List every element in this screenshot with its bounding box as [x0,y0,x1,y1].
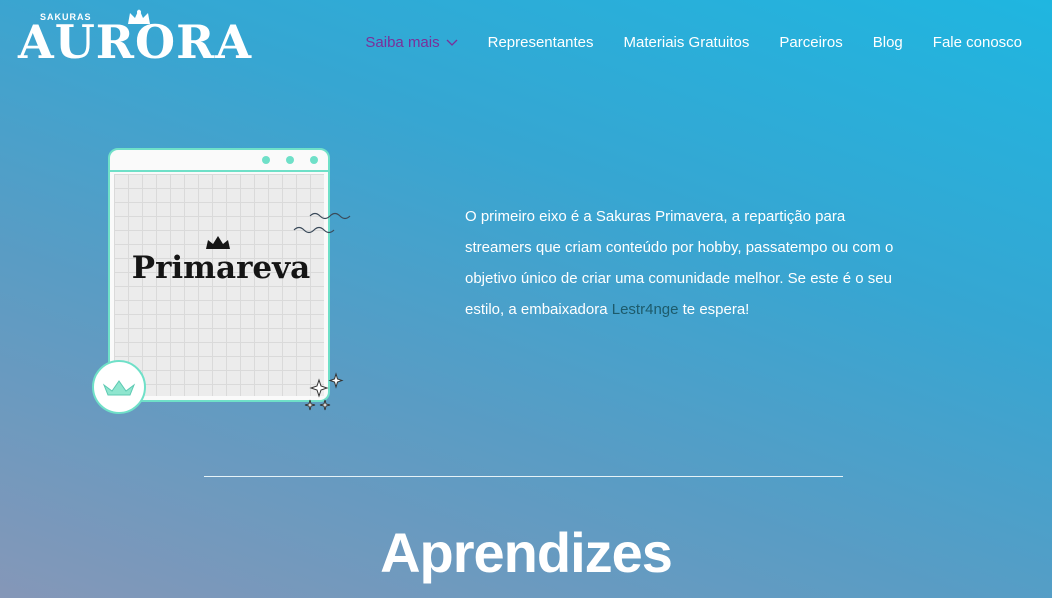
window-title-bar [110,150,328,172]
card-brand-title: Primareva [131,250,311,286]
nav-item-blog[interactable]: Blog [873,34,903,51]
ambassador-link[interactable]: Lestr4nge [612,301,679,318]
sparkle-icon [304,372,344,411]
main-nav: Saiba mais Representantes Materiais Grat… [365,34,1022,51]
nav-item-parceiros[interactable]: Parceiros [779,34,842,51]
section-divider [204,476,843,477]
window-dot-icon [310,156,318,164]
nav-item-label: Blog [872,34,903,51]
boat-icon [102,380,136,396]
aurora-logo[interactable]: SAKURAS AURORA [18,9,251,70]
wave-icon [293,212,351,234]
boat-badge [92,360,146,414]
crown-icon [206,236,230,249]
window-dot-icon [262,156,270,164]
logo-main-text: AURORA [18,15,253,69]
window-dot-icon [286,156,294,164]
nav-item-label: Saiba mais [365,34,440,51]
primareva-card: Primareva [108,148,330,404]
nav-item-fale-conosco[interactable]: Fale conosco [933,34,1022,51]
nav-item-label: Materiais Gratuitos [623,34,750,51]
chevron-down-icon [446,39,458,46]
description-text-end: te espera! [678,301,750,318]
feature-description: O primeiro eixo é a Sakuras Primavera, a… [465,201,905,325]
nav-item-label: Representantes [487,34,594,51]
nav-item-materiais-gratuitos[interactable]: Materiais Gratuitos [624,34,750,51]
site-header: SAKURAS AURORA Saiba mais Representantes… [0,0,1052,88]
section-title: Aprendizes [380,521,673,584]
nav-item-saiba-mais[interactable]: Saiba mais [365,34,458,51]
nav-item-label: Parceiros [779,34,843,51]
nav-item-representantes[interactable]: Representantes [488,34,594,51]
nav-item-label: Fale conosco [932,34,1022,51]
